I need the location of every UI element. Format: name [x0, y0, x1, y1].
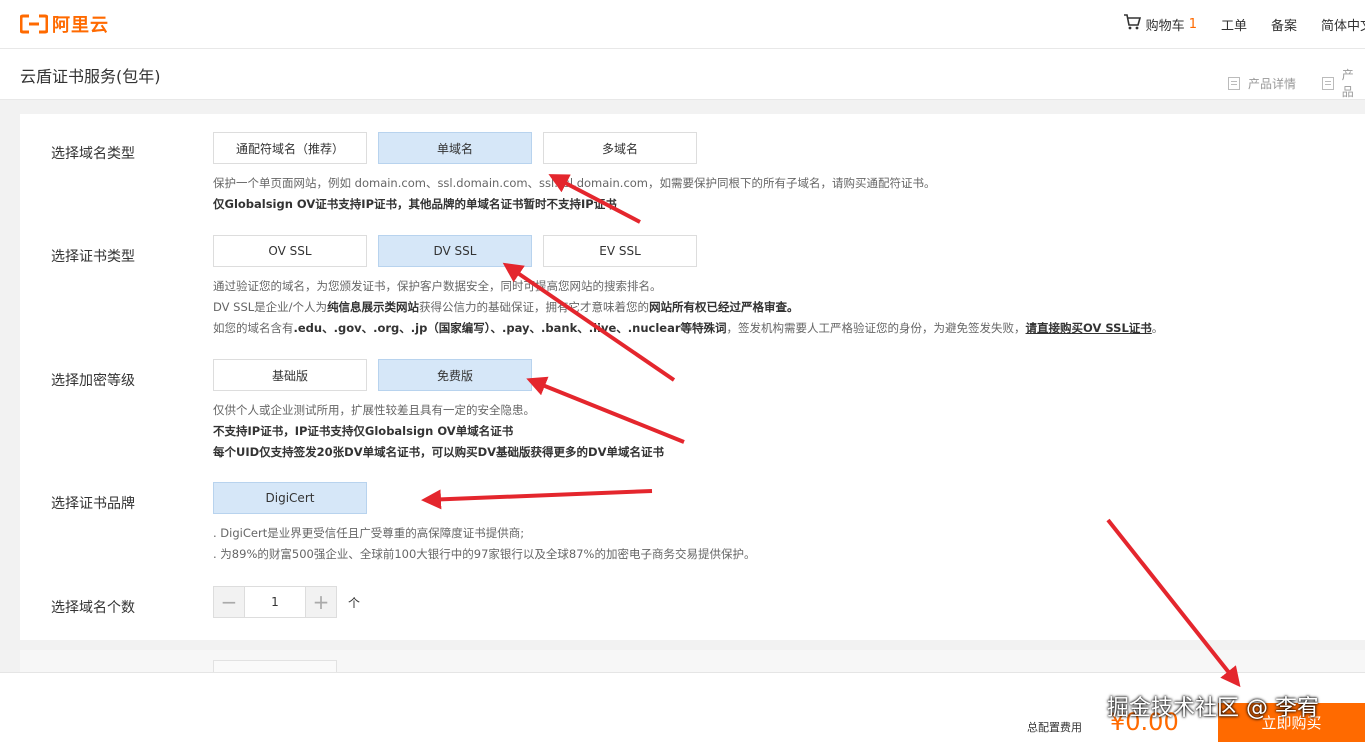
- option-digicert[interactable]: DigiCert: [213, 482, 367, 514]
- cert-type-label: 选择证书类型: [51, 249, 135, 265]
- desc-span: DV SSL是企业/个人为: [213, 300, 328, 314]
- option-basic-edition[interactable]: 基础版: [213, 359, 367, 391]
- aliyun-logo-icon: [20, 14, 48, 34]
- icp-link[interactable]: 备案: [1271, 15, 1297, 34]
- option-ev-ssl[interactable]: EV SSL: [543, 235, 697, 267]
- option-free-edition[interactable]: 免费版: [378, 359, 532, 391]
- desc-span: 纯信息展示类网站: [327, 300, 420, 314]
- brand-label: 选择证书品牌: [51, 496, 135, 512]
- desc-text: 不支持IP证书，IP证书支持仅Globalsign OV单域名证书: [213, 424, 514, 438]
- desc-span: 如您的域名含有: [213, 321, 294, 335]
- cart-count-badge: 1: [1188, 16, 1197, 32]
- desc-span: 。: [1151, 321, 1164, 335]
- product-other-label: 产品: [1341, 68, 1354, 99]
- watermark: 掘金技术社区 @ 李宥: [1107, 696, 1319, 721]
- option-ov-ssl[interactable]: OV SSL: [213, 235, 367, 267]
- top-navbar: 阿里云 购物车 1 工单 备案 简体中文: [0, 0, 1365, 49]
- cart-icon: [1123, 14, 1141, 34]
- desc-text: . 为89%的财富500强企业、全球前100大银行中的97家银行以及全球87%的…: [213, 547, 756, 561]
- option-wildcard-domain[interactable]: 通配符域名（推荐）: [213, 132, 367, 164]
- option-dv-ssl[interactable]: DV SSL: [378, 235, 532, 267]
- encryption-label: 选择加密等级: [51, 373, 135, 389]
- cert-type-description: 通过验证您的域名，为您颁发证书，保护客户数据安全，同时可提高您网站的搜索排名。 …: [213, 276, 1163, 339]
- total-cost-label: 总配置费用: [1027, 721, 1082, 734]
- logo-text: 阿里云: [52, 15, 109, 36]
- domain-type-label: 选择域名类型: [51, 146, 135, 162]
- cart-label: 购物车: [1145, 18, 1185, 34]
- decrement-button[interactable]: −: [214, 587, 244, 617]
- domain-count-unit: 个: [348, 595, 361, 610]
- domain-count-input[interactable]: 1: [244, 587, 306, 617]
- cart-link[interactable]: 购物车 1: [1123, 14, 1197, 34]
- desc-span: ，签发机构需要人工严格验证您的身份，为避免签发失败，: [726, 321, 1026, 335]
- desc-text: 仅供个人或企业测试所用，扩展性较差且具有一定的安全隐患。: [213, 403, 535, 417]
- desc-text: 仅Globalsign OV证书支持IP证书，其他品牌的单域名证书暂时不支持IP…: [213, 197, 617, 211]
- increment-button[interactable]: +: [306, 587, 336, 617]
- language-switch[interactable]: 简体中文: [1321, 15, 1365, 34]
- desc-span: 网站所有权已经过严格审查。: [649, 300, 799, 314]
- domain-type-description: 保护一个单页面网站，例如 domain.com、ssl.domain.com、s…: [213, 173, 936, 215]
- option-single-domain[interactable]: 单域名: [378, 132, 532, 164]
- config-panel: 选择域名类型 通配符域名（推荐） 单域名 多域名 保护一个单页面网站，例如 do…: [20, 114, 1365, 640]
- product-details-link[interactable]: 产品详情: [1227, 66, 1296, 100]
- desc-text: 如您的域名含有.edu、.gov、.org、.jp（国家编写）、.pay、.ba…: [213, 318, 1163, 339]
- brand-description: . DigiCert是业界更受信任且广受尊重的高保障度证书提供商; . 为89%…: [213, 523, 755, 565]
- desc-span: .edu、.gov、.org、.jp（国家编写）、.pay、.bank、.liv…: [293, 321, 727, 335]
- page-title: 云盾证书服务(包年): [20, 67, 161, 86]
- document-icon: [1322, 76, 1334, 90]
- desc-text: DV SSL是企业/个人为纯信息展示类网站获得公信力的基础保证，拥有它才意味着您…: [213, 297, 1163, 318]
- buy-ov-ssl-link[interactable]: 请直接购买OV SSL证书: [1026, 321, 1152, 335]
- desc-text: 通过验证您的域名，为您颁发证书，保护客户数据安全，同时可提高您网站的搜索排名。: [213, 279, 662, 293]
- ticket-link[interactable]: 工单: [1221, 15, 1247, 34]
- desc-text: . DigiCert是业界更受信任且广受尊重的高保障度证书提供商;: [213, 526, 525, 540]
- desc-span: 获得公信力的基础保证，拥有它才意味着您的: [419, 300, 650, 314]
- aliyun-logo[interactable]: 阿里云: [20, 11, 109, 37]
- desc-text: 每个UID仅支持签发20张DV单域名证书，可以购买DV基础版获得更多的DV单域名…: [213, 445, 665, 459]
- product-details-label: 产品详情: [1247, 76, 1296, 91]
- page-subheader: 云盾证书服务(包年) 产品详情 产品: [0, 49, 1365, 100]
- encryption-description: 仅供个人或企业测试所用，扩展性较差且具有一定的安全隐患。 不支持IP证书，IP证…: [213, 400, 664, 463]
- product-other-link[interactable]: 产品: [1322, 66, 1365, 100]
- desc-text: 保护一个单页面网站，例如 domain.com、ssl.domain.com、s…: [213, 176, 936, 190]
- domain-count-label: 选择域名个数: [51, 600, 135, 616]
- domain-count-stepper: − 1 + 个: [213, 586, 360, 618]
- document-icon: [1227, 76, 1240, 90]
- option-multi-domain[interactable]: 多域名: [543, 132, 697, 164]
